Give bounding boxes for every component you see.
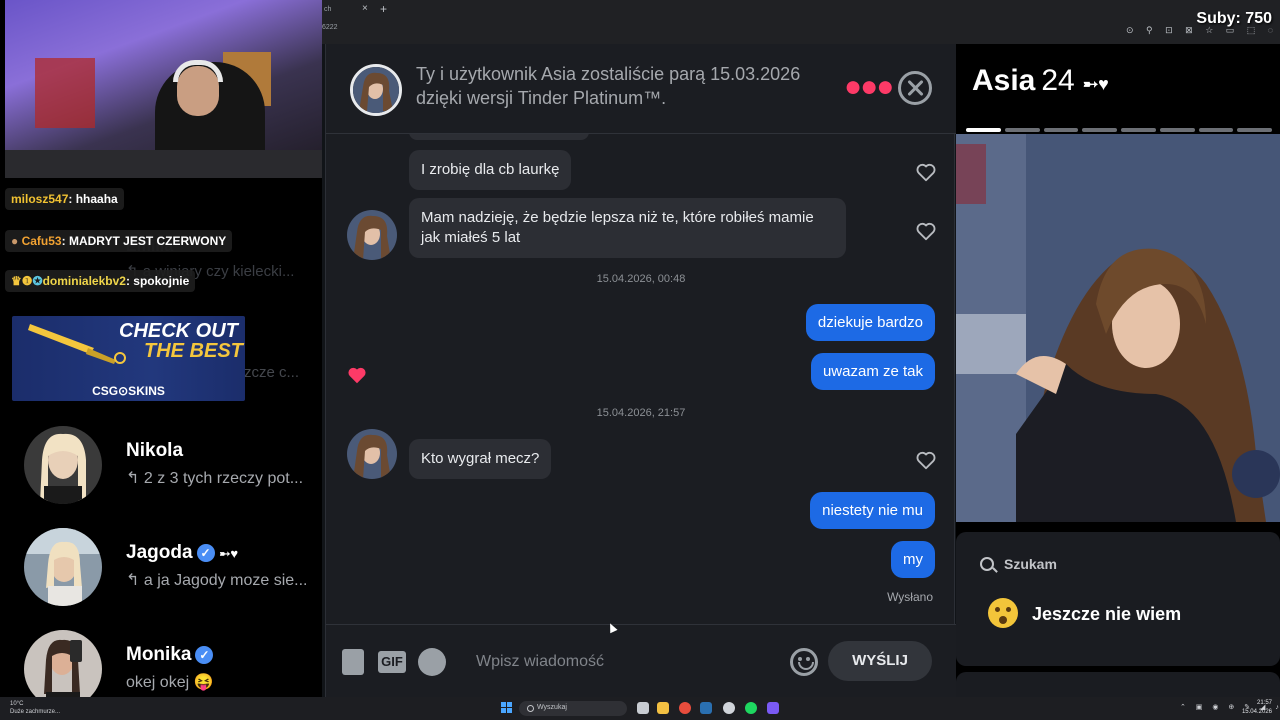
delivery-status: Wysłano [887, 590, 933, 604]
heart-liked-icon[interactable] [346, 364, 368, 386]
taskbar: 10°C Duże zachmurze... Wyszukaj ⌃ ▣ ◉ ⊕ … [0, 697, 1280, 720]
looking-for-card: Szukam Jeszcze nie wiem [956, 532, 1280, 666]
weather-widget[interactable]: 10°C Duże zachmurze... [10, 700, 60, 716]
message-timestamp: 15.04.2026, 00:48 [596, 273, 686, 285]
conversation-header: Ty i użytkownik Asia zostaliście parą 15… [326, 44, 956, 134]
received-message: Mam nadzieję, że będzie lepsza niż te, k… [409, 198, 846, 258]
profile-photo-image [956, 134, 1280, 522]
gif-icon[interactable]: GIF [378, 651, 406, 673]
match-avatar-small[interactable] [347, 429, 397, 479]
address-bar[interactable]: 6222 [322, 24, 338, 31]
close-icon[interactable] [898, 71, 932, 105]
avatar [24, 528, 102, 606]
message-input[interactable] [476, 647, 776, 677]
heart-outline-icon[interactable] [915, 449, 937, 471]
ad-subheadline: THE BEST [144, 340, 243, 362]
match-name: Monika ✓ [126, 644, 214, 666]
match-avatar-small[interactable] [347, 210, 397, 260]
photo-progress-segment[interactable] [966, 128, 1001, 132]
more-options-icon[interactable]: ●●● [844, 72, 894, 102]
match-item[interactable]: Nikola ↰ 2 z 3 tych rzeczy pot... [24, 426, 322, 506]
tab-close-icon[interactable]: × [362, 3, 368, 14]
match-preview: ↰ 2 z 3 tych rzeczy pot... [126, 470, 304, 487]
photo-progress-segment[interactable] [1004, 128, 1040, 132]
photo-progress-segment[interactable] [1121, 128, 1156, 132]
screen: ch × + 6222 ⊙ ⚲ ⊡ ⊠ ☆ ▭ ⬚ ◌ ⋮ Suby: 750 … [0, 0, 1280, 720]
csgo-skins-ad[interactable]: CHECK OUT THE BEST CSG⊙SKINS [12, 316, 245, 401]
received-message: I zrobię dla cb laurkę [409, 150, 572, 190]
task-view-icon[interactable] [637, 702, 649, 714]
send-button[interactable]: WYŚLIJ [828, 641, 932, 681]
match-item[interactable]: Monika ✓ okej okej 😝 [24, 630, 322, 697]
message-composer: GIF WYŚLIJ [326, 624, 956, 697]
spotify-taskbar-icon[interactable] [745, 702, 757, 714]
file-explorer-icon[interactable] [657, 702, 669, 714]
sent-message: dziekuje bardzo [805, 304, 935, 341]
taskbar-search[interactable]: Wyszukaj [519, 701, 627, 716]
stream-chat-message: ● Cafu53: MADRYT JEST CZERWONY [5, 230, 233, 252]
avatar [24, 630, 102, 697]
hidden-match-preview-2: zcze c... [244, 364, 300, 381]
verified-badge-icon: ✓ [195, 646, 214, 664]
cupid-icon: ➸♥ [1083, 74, 1109, 94]
profile-age: 24 [1041, 64, 1075, 97]
message-timestamp: 15.04.2026, 21:57 [596, 407, 686, 419]
windows-start-icon[interactable] [501, 702, 513, 714]
photo-progress-segment[interactable] [1198, 128, 1234, 132]
photo-progress-segment[interactable] [1237, 128, 1272, 132]
match-preview: ↰ a ja Jagody moze sie... [126, 572, 308, 589]
conversation-panel: Ty i użytkownik Asia zostaliście parą 15… [325, 44, 956, 697]
new-tab-icon[interactable]: + [380, 2, 387, 16]
match-name: Jagoda ✓ ➸♥ [126, 542, 239, 563]
sent-message: niestety nie mu [810, 492, 935, 529]
spotify-icon[interactable] [418, 648, 446, 676]
chrome-icon[interactable] [679, 702, 691, 714]
webcam-feed [5, 0, 322, 178]
match-info-text: Ty i użytkownik Asia zostaliście parą 15… [416, 64, 801, 108]
avatar [24, 426, 102, 504]
heart-outline-icon[interactable] [915, 220, 937, 242]
emoji-icon[interactable] [790, 648, 818, 676]
previous-message-bubble [409, 134, 589, 140]
sent-message: uwazam ze tak [810, 353, 935, 390]
photo-progress[interactable] [966, 128, 1272, 132]
photo-progress-segment[interactable] [1082, 128, 1117, 132]
photo-progress-segment[interactable] [1043, 128, 1079, 132]
profile-name: Asia 24 ➸♥ [972, 64, 1109, 97]
message-list: I zrobię dla cb laurkę Mam nadzieję, że … [326, 134, 956, 624]
stream-chat-message: milosz547: hhaaha [5, 188, 124, 210]
app-icon[interactable] [723, 702, 735, 714]
match-avatar[interactable] [350, 64, 402, 116]
match-list: Emilia ↰ a winiary czy kielecki... zcze … [0, 178, 322, 697]
knife-icon [28, 324, 126, 364]
contact-card-icon[interactable] [342, 649, 364, 675]
taskbar-clock[interactable]: 21:57 15.04.2026 [1240, 699, 1272, 717]
subs-counter: Suby: 750 [1196, 10, 1272, 27]
discord-icon[interactable] [767, 702, 779, 714]
cupid-icon: ➸♥ [219, 546, 239, 561]
search-icon [980, 557, 994, 571]
steam-icon[interactable] [700, 702, 712, 714]
received-message: Kto wygrał mecz? [409, 439, 552, 479]
looking-for-value: Jeszcze nie wiem [1032, 604, 1182, 624]
sent-message: my [891, 541, 935, 578]
profile-panel: Asia 24 ➸♥ Szukam Jeszcze nie wiem [956, 44, 1280, 702]
left-column: Emilia ↰ a winiary czy kielecki... zcze … [0, 0, 322, 697]
browser-tab[interactable]: ch [322, 2, 380, 20]
verified-badge-icon: ✓ [196, 544, 215, 562]
browser-chrome [322, 0, 1280, 44]
match-preview: okej okej 😝 [126, 674, 214, 691]
photo-progress-segment[interactable] [1159, 128, 1195, 132]
match-item[interactable]: Jagoda ✓ ➸♥ ↰ a ja Jagody moze sie... [24, 528, 322, 608]
profile-photo[interactable] [956, 134, 1280, 522]
stream-chat-message: ♛❶✪dominialekbv2: spokojnie [5, 270, 196, 292]
ad-brand: CSG⊙SKINS [92, 384, 165, 398]
heart-outline-icon[interactable] [915, 161, 937, 183]
looking-for-label: Szukam [1004, 556, 1057, 572]
match-name: Nikola [126, 440, 184, 461]
thinking-face-icon [988, 598, 1018, 628]
